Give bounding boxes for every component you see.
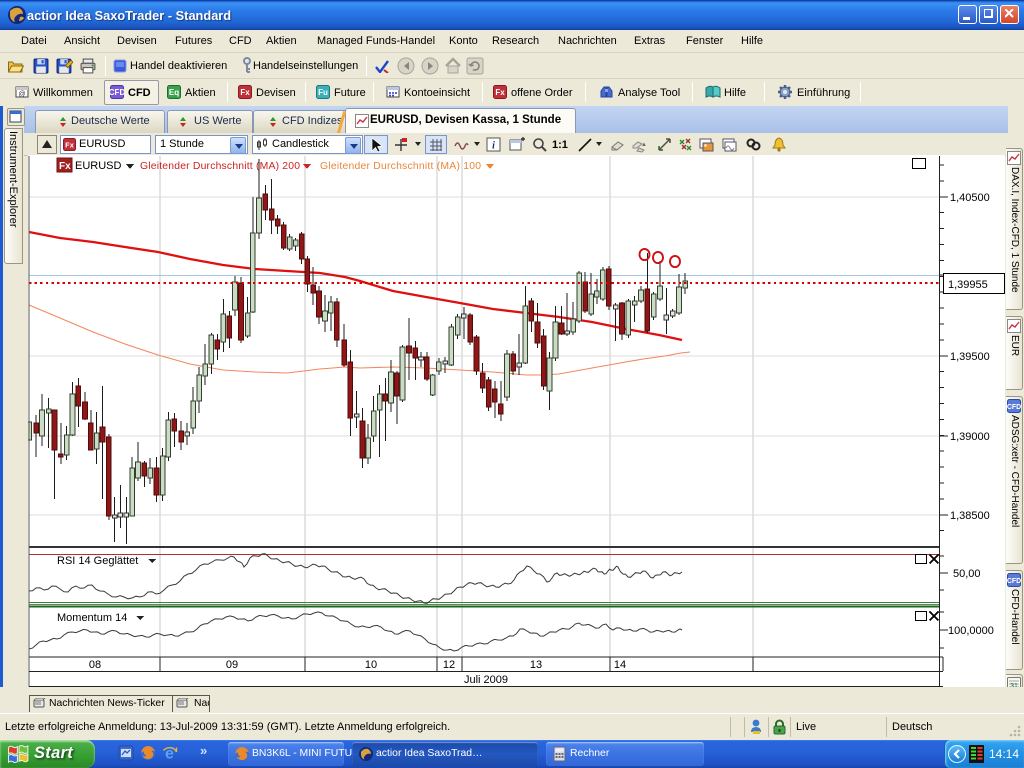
svg-text:Gleitender Durchschnitt (MA) 1: Gleitender Durchschnitt (MA) 100 [320, 161, 481, 172]
svg-text:Gleitender Durchschnitt (MA) 2: Gleitender Durchschnitt (MA) 200 [140, 161, 300, 172]
svg-text:Fx: Fx [59, 161, 71, 172]
svg-text:Momentum 14: Momentum 14 [57, 612, 127, 624]
svg-text:RSI 14 Geglättet: RSI 14 Geglättet [57, 555, 138, 567]
svg-text:10: 10 [365, 659, 377, 671]
svg-text:08: 08 [89, 659, 101, 671]
svg-text:1,38500: 1,38500 [950, 510, 990, 522]
svg-text:Fx: Fx [240, 88, 250, 97]
svg-text:EURUSD: EURUSD [75, 160, 122, 172]
svg-text:Fx: Fx [65, 140, 75, 149]
svg-text:1,39500: 1,39500 [950, 351, 990, 363]
svg-text:1,39955: 1,39955 [948, 279, 988, 291]
svg-text:Fu: Fu [318, 88, 328, 97]
svg-text:100,0000: 100,0000 [948, 625, 994, 637]
svg-text:CFD: CFD [1007, 578, 1021, 585]
svg-text:▲: ▲ [641, 142, 647, 148]
svg-text:i: i [492, 141, 495, 152]
svg-text:13: 13 [530, 659, 542, 671]
svg-text:14: 14 [614, 659, 626, 671]
svg-text:CFD: CFD [1007, 404, 1021, 411]
svg-text:Fx: Fx [495, 88, 505, 97]
svg-text:1,39000: 1,39000 [950, 431, 990, 443]
svg-text:1,40500: 1,40500 [950, 192, 990, 204]
svg-text:09: 09 [226, 659, 238, 671]
svg-text:Juli 2009: Juli 2009 [464, 674, 508, 686]
svg-text:Eq: Eq [169, 88, 179, 97]
svg-text:CFD: CFD [110, 88, 124, 97]
svg-text:12: 12 [443, 659, 455, 671]
svg-text:50,00: 50,00 [953, 568, 981, 580]
svg-text:@: @ [18, 91, 25, 98]
